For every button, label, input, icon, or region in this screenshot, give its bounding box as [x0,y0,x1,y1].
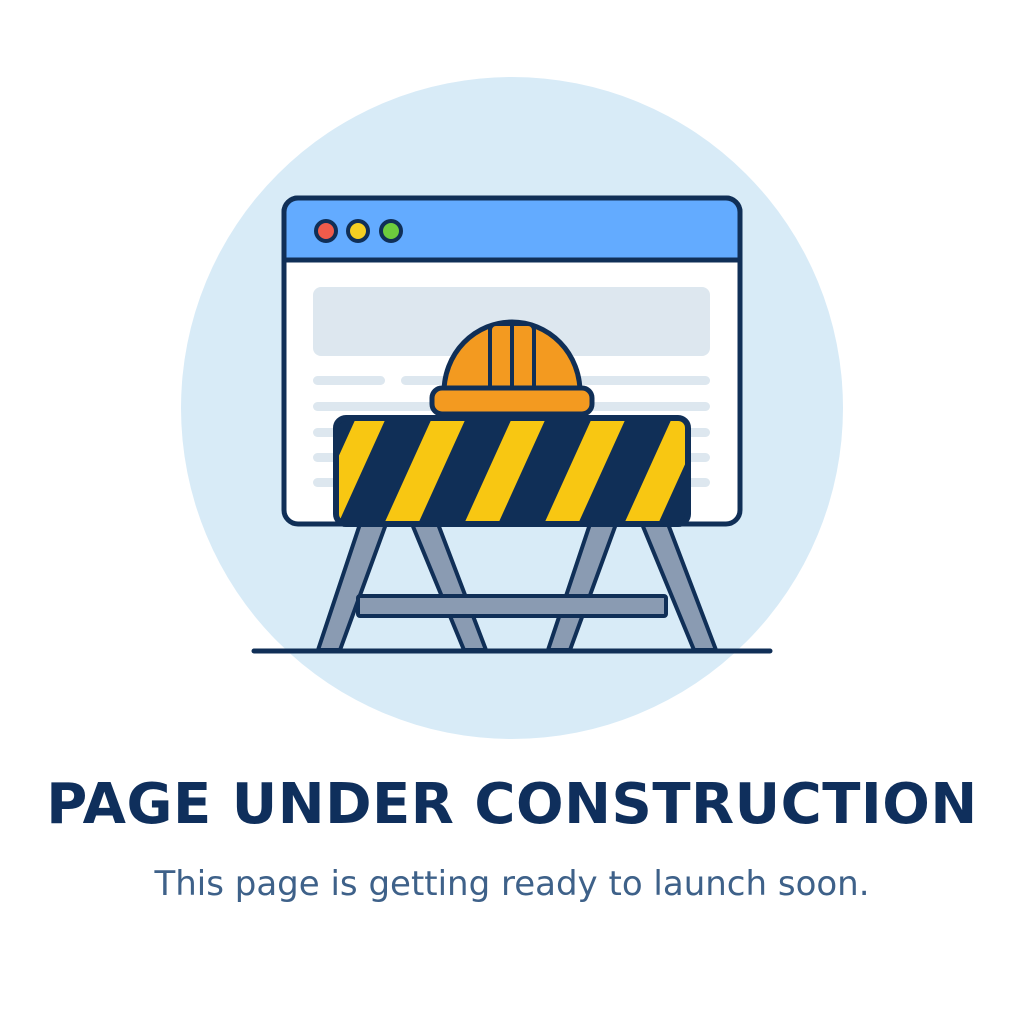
window-dot-yellow-icon [346,219,370,243]
construction-barrier-icon [333,415,691,527]
construction-illustration [181,77,843,739]
page-title: PAGE UNDER CONSTRUCTION [46,772,978,837]
window-dot-red-icon [314,219,338,243]
window-dot-green-icon [379,219,403,243]
under-construction-page: PAGE UNDER CONSTRUCTION This page is get… [0,0,1024,1024]
page-subtitle: This page is getting ready to launch soo… [154,864,870,904]
